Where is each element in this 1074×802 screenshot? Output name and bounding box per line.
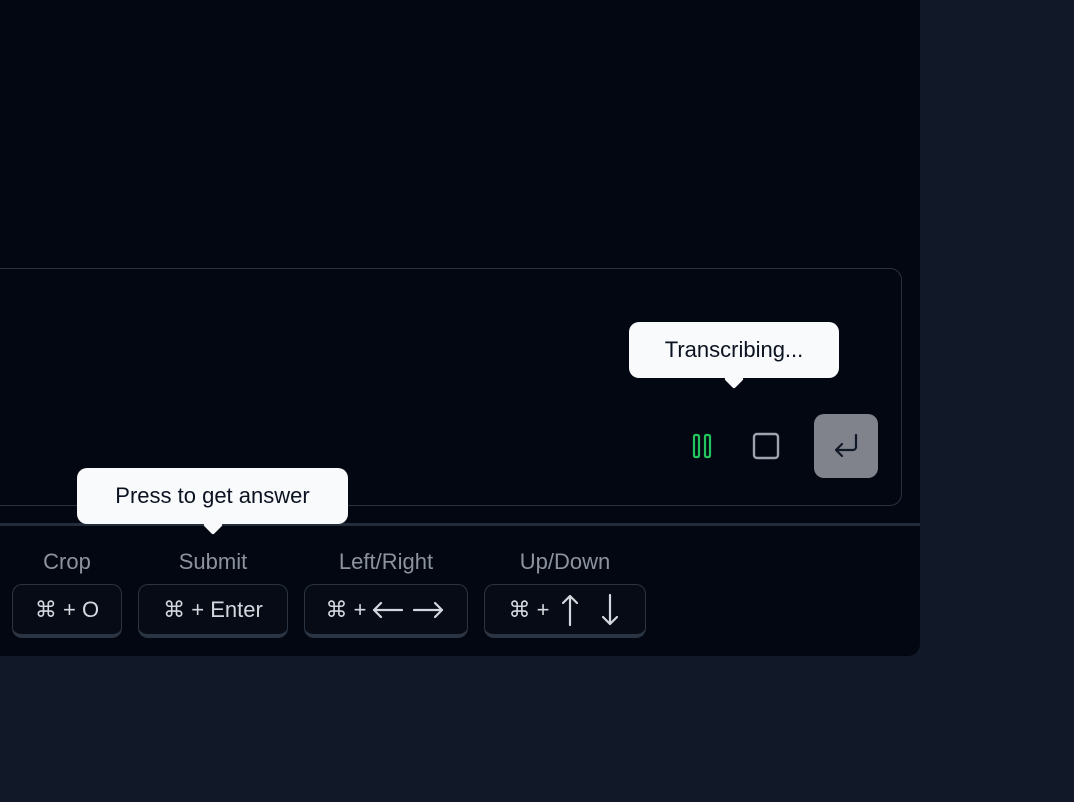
pause-icon — [692, 433, 712, 459]
shortcut-up-down: Up/Down ⌘ + — [484, 546, 646, 638]
left-right-key[interactable]: ⌘ + — [304, 584, 468, 638]
arrow-right-icon — [413, 601, 444, 618]
submit-key[interactable]: ⌘ + Enter — [138, 584, 288, 638]
main-panel: Transcribing... Press to get answer Crop… — [0, 0, 920, 656]
crop-key[interactable]: ⌘ + O — [12, 584, 122, 638]
shortcut-label: Crop — [43, 549, 91, 574]
shortcut-label: Submit — [178, 549, 248, 574]
answer-tooltip: Press to get answer — [77, 468, 348, 524]
shortcut-label: Left/Right — [338, 549, 434, 574]
arrow-up-icon — [562, 594, 579, 626]
shortcut-keys: ⌘ + O — [34, 596, 100, 622]
submit-enter-button[interactable] — [814, 414, 878, 478]
up-down-key[interactable]: ⌘ + — [484, 584, 646, 638]
arrow-down-icon — [602, 593, 619, 625]
stop-icon — [752, 432, 780, 460]
transcribing-tooltip-text: Transcribing... — [664, 337, 804, 362]
pause-button[interactable] — [682, 426, 722, 466]
enter-return-icon — [834, 433, 858, 458]
arrow-left-icon — [373, 601, 404, 618]
shortcut-keys: ⌘ + Enter — [163, 596, 263, 622]
shortcut-label: Up/Down — [519, 549, 611, 574]
shortcut-keys: ⌘ + — [508, 596, 550, 622]
shortcut-submit: Submit ⌘ + Enter — [138, 546, 288, 638]
stop-button[interactable] — [746, 426, 786, 466]
answer-tooltip-text: Press to get answer — [115, 483, 310, 508]
transcribing-tooltip: Transcribing... — [629, 322, 839, 378]
shortcut-keys: ⌘ + — [325, 596, 367, 622]
shortcut-crop: Crop ⌘ + O — [12, 546, 122, 638]
shortcut-left-right: Left/Right ⌘ + — [304, 546, 468, 638]
